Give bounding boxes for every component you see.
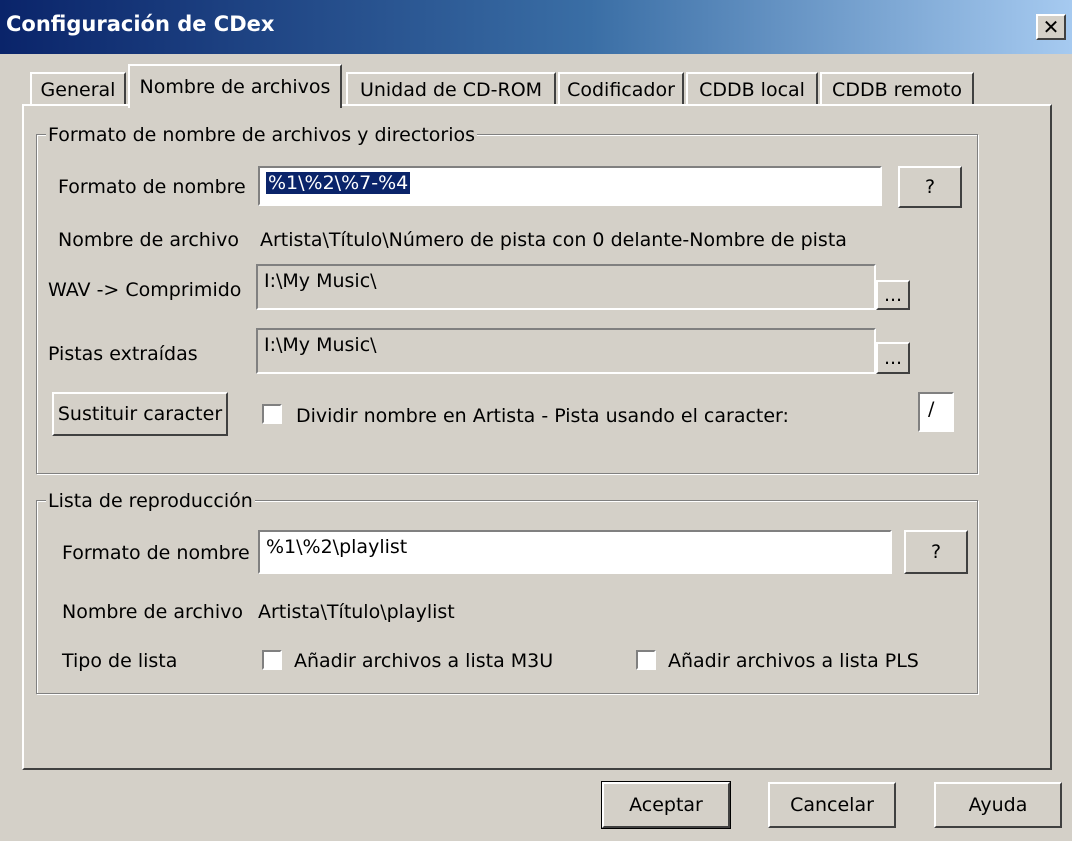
tab-unidad-cdrom[interactable]: Unidad de CD-ROM — [346, 72, 556, 106]
name-format-input[interactable]: %1\%2\%7-%4 — [258, 166, 882, 206]
title-bar[interactable]: Configuración de CDex ✕ — [0, 0, 1072, 54]
playlist-name-format-value: %1\%2\playlist — [266, 536, 408, 558]
close-button[interactable]: ✕ — [1036, 14, 1066, 40]
ripped-path-value: I:\My Music\ — [264, 334, 377, 356]
cancel-button[interactable]: Cancelar — [768, 782, 896, 828]
button-label: Aceptar — [629, 794, 703, 816]
wav-compressed-label: WAV -> Comprimido — [48, 279, 242, 301]
file-name-label: Nombre de archivo — [58, 229, 239, 251]
file-name-preview: Artista\Título\Número de pista con 0 del… — [260, 229, 847, 251]
ripped-path-input[interactable]: I:\My Music\ — [256, 328, 876, 374]
help-button[interactable]: Ayuda — [934, 782, 1062, 828]
playlist-help-button[interactable]: ? — [904, 530, 968, 574]
tab-label: Unidad de CD-ROM — [359, 79, 543, 101]
button-label: Sustituir caracter — [57, 403, 223, 425]
tab-cddb-local[interactable]: CDDB local — [686, 72, 818, 106]
playlist-file-name-label: Nombre de archivo — [62, 601, 243, 623]
tab-label: CDDB remoto — [832, 79, 962, 101]
tab-codificador[interactable]: Codificador — [558, 72, 684, 106]
tab-general[interactable]: General — [30, 72, 126, 106]
tab-nombre-de-archivos[interactable]: Nombre de archivos — [128, 64, 342, 108]
list-type-label: Tipo de lista — [62, 650, 178, 672]
wav-path-input[interactable]: I:\My Music\ — [256, 264, 876, 310]
tab-label: Codificador — [567, 79, 675, 101]
accept-button[interactable]: Aceptar — [601, 781, 731, 829]
wav-path-value: I:\My Music\ — [264, 270, 377, 292]
playlist-name-format-input[interactable]: %1\%2\playlist — [258, 530, 892, 574]
tab-label: Nombre de archivos — [139, 76, 331, 98]
wav-browse-button[interactable]: ... — [876, 280, 910, 310]
tab-cddb-remoto[interactable]: CDDB remoto — [820, 72, 974, 106]
ellipsis-icon: ... — [883, 284, 903, 306]
tab-label: General — [40, 79, 116, 101]
button-label: Ayuda — [968, 794, 1028, 816]
split-name-checkbox[interactable] — [262, 404, 282, 424]
name-format-label: Formato de nombre — [58, 176, 246, 198]
m3u-label: Añadir archivos a lista M3U — [294, 650, 554, 672]
window-title: Configuración de CDex — [6, 12, 275, 36]
playlist-file-name-preview: Artista\Título\playlist — [258, 601, 455, 623]
close-icon: ✕ — [1042, 15, 1060, 39]
replace-character-button[interactable]: Sustituir caracter — [52, 392, 228, 436]
help-label: ? — [924, 176, 936, 198]
ellipsis-icon: ... — [883, 347, 903, 369]
ripped-browse-button[interactable]: ... — [876, 342, 910, 374]
file-format-legend: Formato de nombre de archivos y director… — [46, 124, 478, 146]
button-label: Cancelar — [790, 794, 874, 816]
name-format-value: %1\%2\%7-%4 — [266, 172, 411, 194]
pls-label: Añadir archivos a lista PLS — [668, 650, 919, 672]
split-name-label: Dividir nombre en Artista - Pista usando… — [296, 405, 789, 427]
name-format-help-button[interactable]: ? — [898, 166, 962, 208]
tab-label: CDDB local — [699, 79, 805, 101]
split-char-input[interactable]: / — [918, 392, 954, 432]
split-char-value: / — [928, 398, 935, 420]
help-label: ? — [930, 541, 942, 563]
playlist-name-format-label: Formato de nombre — [62, 542, 250, 564]
m3u-checkbox[interactable] — [262, 650, 282, 670]
pls-checkbox[interactable] — [636, 650, 656, 670]
playlist-legend: Lista de reproducción — [46, 490, 255, 512]
ripped-tracks-label: Pistas extraídas — [48, 343, 198, 365]
